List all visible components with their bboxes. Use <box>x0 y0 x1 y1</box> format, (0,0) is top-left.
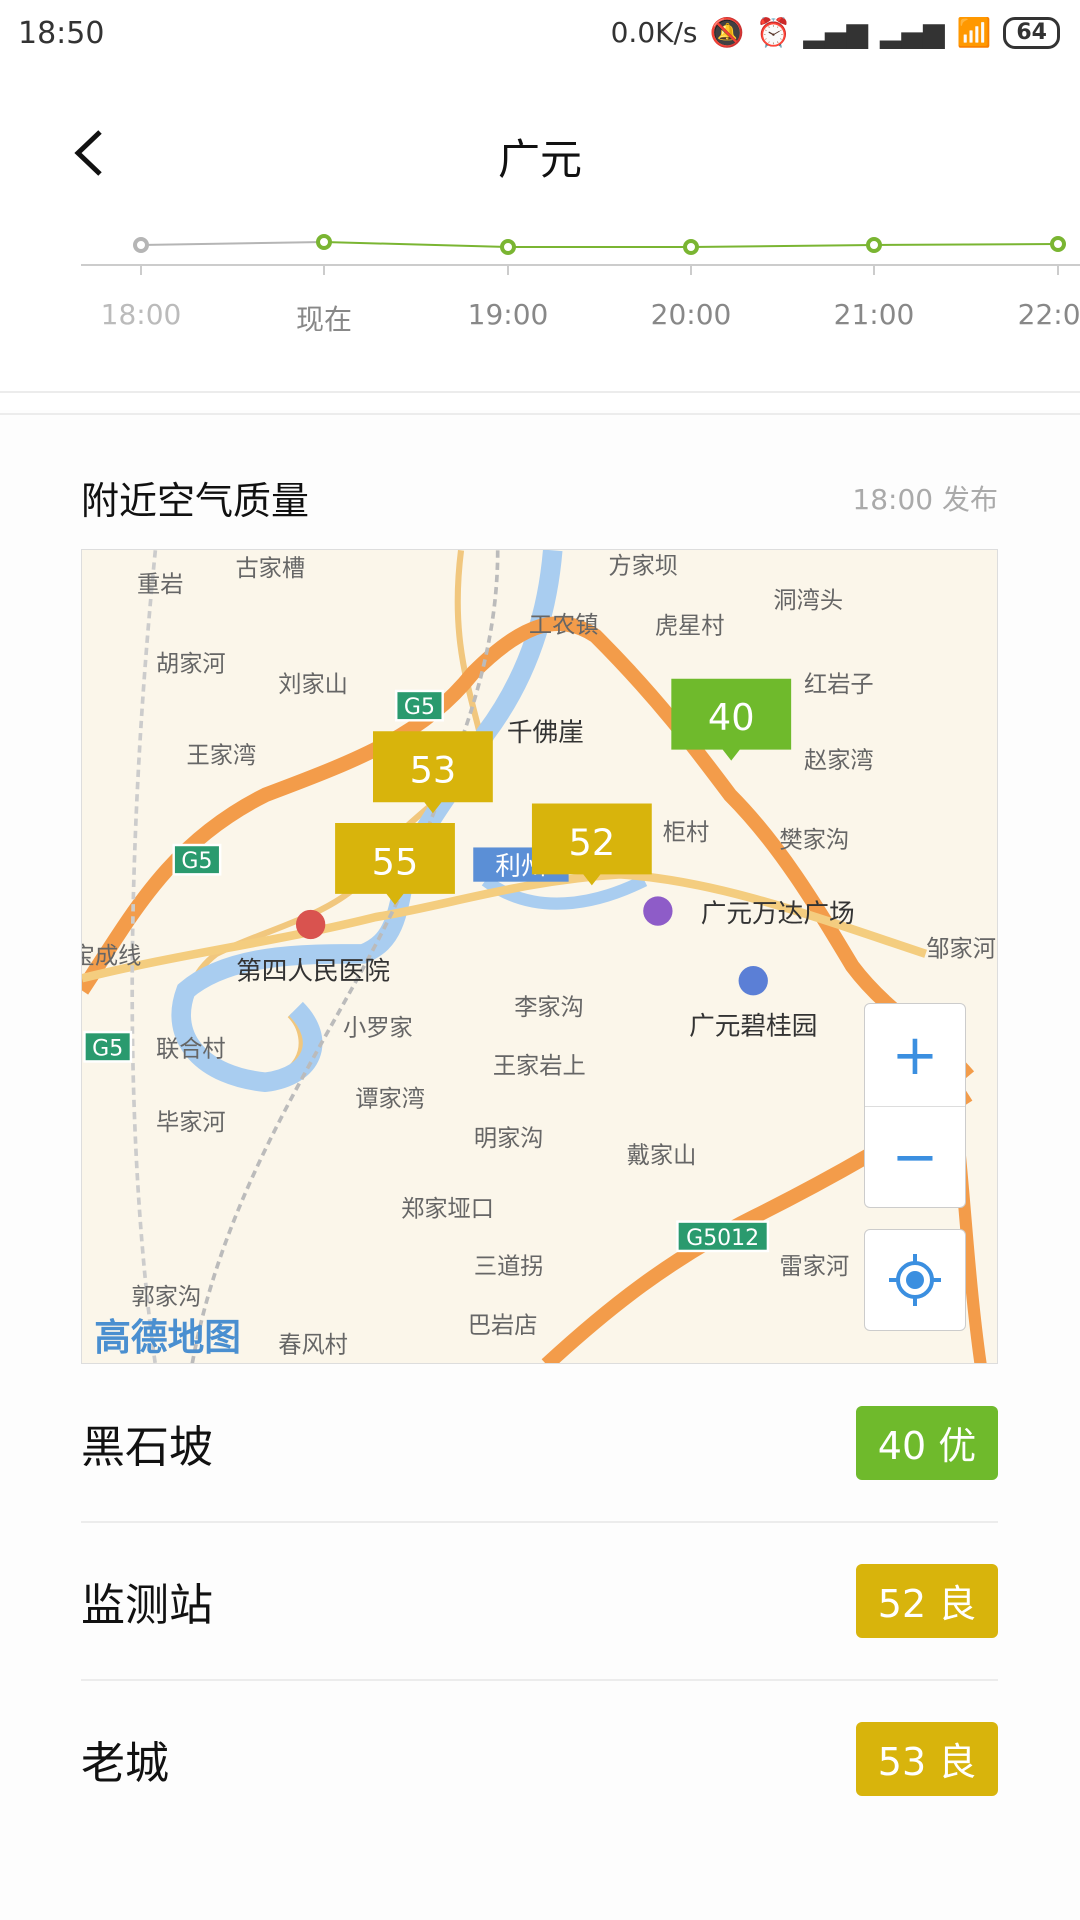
house-icon <box>738 966 768 996</box>
map-label: 雷家河 <box>780 1253 850 1280</box>
battery-icon: 64 <box>1003 16 1060 49</box>
svg-text:G5: G5 <box>181 849 212 874</box>
signal-icon: ▂▄▆ <box>803 16 868 49</box>
page-title: 广元 <box>497 135 582 184</box>
map-label: 谭家湾 <box>355 1086 425 1113</box>
trend-segment <box>873 243 1059 246</box>
signal-icon: ▂▄▆ <box>879 16 945 49</box>
zoom-out-button[interactable]: − <box>865 1106 965 1208</box>
map-label: 春风村 <box>278 1331 348 1358</box>
net-speed: 0.0K/s <box>610 16 698 49</box>
timeline-label: 22:00 <box>1017 298 1080 331</box>
amap-logo: 高德地图 <box>94 1316 241 1359</box>
trend-point[interactable] <box>866 237 882 253</box>
timeline-label: 20:00 <box>650 298 732 331</box>
trend-point[interactable] <box>500 239 516 255</box>
locate-icon <box>889 1254 941 1306</box>
map-label: 王家湾 <box>187 742 257 769</box>
map-label: 刘家山 <box>278 671 348 698</box>
map-label: 郑家垭口 <box>401 1196 494 1223</box>
map-label: 邹家河 <box>926 935 996 962</box>
map-label: 洞湾头 <box>773 587 843 614</box>
map-label: 巴岩店 <box>468 1312 538 1339</box>
map-label: 第四人民医院 <box>236 957 390 987</box>
svg-text:G5: G5 <box>404 695 435 720</box>
map-label: 明家沟 <box>474 1125 544 1152</box>
publish-time: 18:00 发布 <box>852 483 998 516</box>
map-label: 工农镇 <box>529 611 599 638</box>
trend-segment <box>140 241 325 246</box>
svg-text:G5: G5 <box>92 1036 123 1061</box>
trend-segment <box>690 244 875 248</box>
timeline-label: 21:00 <box>833 298 915 331</box>
zoom-control: + − <box>864 1003 966 1208</box>
trend-segment <box>323 241 509 248</box>
trend-point[interactable] <box>133 237 149 253</box>
map-label: 王家岩上 <box>493 1053 586 1080</box>
svg-text:G5012: G5012 <box>686 1226 759 1251</box>
map-label: 虎星村 <box>655 612 725 639</box>
mute-bell-icon: 🔕 <box>709 16 745 49</box>
map-label: 广元万达广场 <box>701 899 855 929</box>
status-bar: 18:50 0.0K/s 🔕 ⏰ ▂▄▆ ▂▄▆ 📶 64 <box>0 0 1080 70</box>
map-label: 古家槽 <box>235 555 305 582</box>
aqi-badge: 53 良 <box>856 1721 998 1796</box>
alarm-icon: ⏰ <box>756 16 792 49</box>
map-label: 宝成线 <box>82 943 141 970</box>
station-row[interactable]: 老城 53 良 <box>81 1680 998 1837</box>
svg-text:52: 52 <box>569 821 616 864</box>
svg-text:40: 40 <box>708 696 755 739</box>
shopping-icon <box>643 896 673 926</box>
station-name: 黑石坡 <box>81 1421 213 1473</box>
timeline-chart[interactable] <box>0 220 1080 280</box>
map-label: 小罗家 <box>343 1015 413 1042</box>
station-name: 监测站 <box>81 1579 213 1631</box>
trend-point[interactable] <box>316 234 332 250</box>
map-label: 联合村 <box>156 1036 226 1063</box>
map-label: 方家坝 <box>608 553 678 580</box>
trend-point[interactable] <box>683 239 699 255</box>
timeline-label: 现在 <box>295 303 353 336</box>
map-label: 柜村 <box>663 819 709 846</box>
divider <box>0 391 1080 393</box>
locate-button[interactable] <box>864 1229 966 1331</box>
map-label: 胡家河 <box>156 650 226 677</box>
map-label: 赵家湾 <box>804 747 874 774</box>
map[interactable]: 重岩 古家槽 方家坝工农镇 虎星村 洞湾头胡家河刘家山 红岩子千佛崖王家湾 赵家湾柜村 樊家沟… <box>81 549 998 1364</box>
map-label: 千佛崖 <box>507 718 584 748</box>
map-label: 郭家沟 <box>132 1284 202 1311</box>
aqi-badge: 52 良 <box>856 1563 998 1638</box>
svg-text:55: 55 <box>372 840 419 883</box>
station-row[interactable]: 监测站 52 良 <box>81 1522 998 1679</box>
timeline-label: 19:00 <box>467 298 549 331</box>
map-label: 李家沟 <box>514 994 584 1021</box>
map-label: 三道拐 <box>474 1253 544 1280</box>
map-label: 重岩 <box>137 571 183 598</box>
aqi-badge: 40 优 <box>856 1405 998 1480</box>
section-title: 附近空气质量 <box>81 479 310 523</box>
hospital-icon <box>295 909 326 940</box>
status-time: 18:50 <box>18 16 105 51</box>
map-label: 毕家河 <box>156 1109 226 1136</box>
svg-text:53: 53 <box>410 749 457 792</box>
map-label: 樊家沟 <box>780 826 850 853</box>
map-label: 红岩子 <box>804 671 874 698</box>
timeline-label: 18:00 <box>100 298 182 331</box>
station-name: 老城 <box>81 1737 169 1789</box>
divider <box>0 413 1080 415</box>
wifi-icon: 📶 <box>956 16 992 49</box>
map-label: 广元碧桂园 <box>689 1012 817 1042</box>
zoom-in-button[interactable]: + <box>865 1004 965 1106</box>
station-row[interactable]: 黑石坡 40 优 <box>81 1364 998 1521</box>
trend-point[interactable] <box>1050 236 1066 252</box>
map-label: 戴家山 <box>627 1142 697 1169</box>
